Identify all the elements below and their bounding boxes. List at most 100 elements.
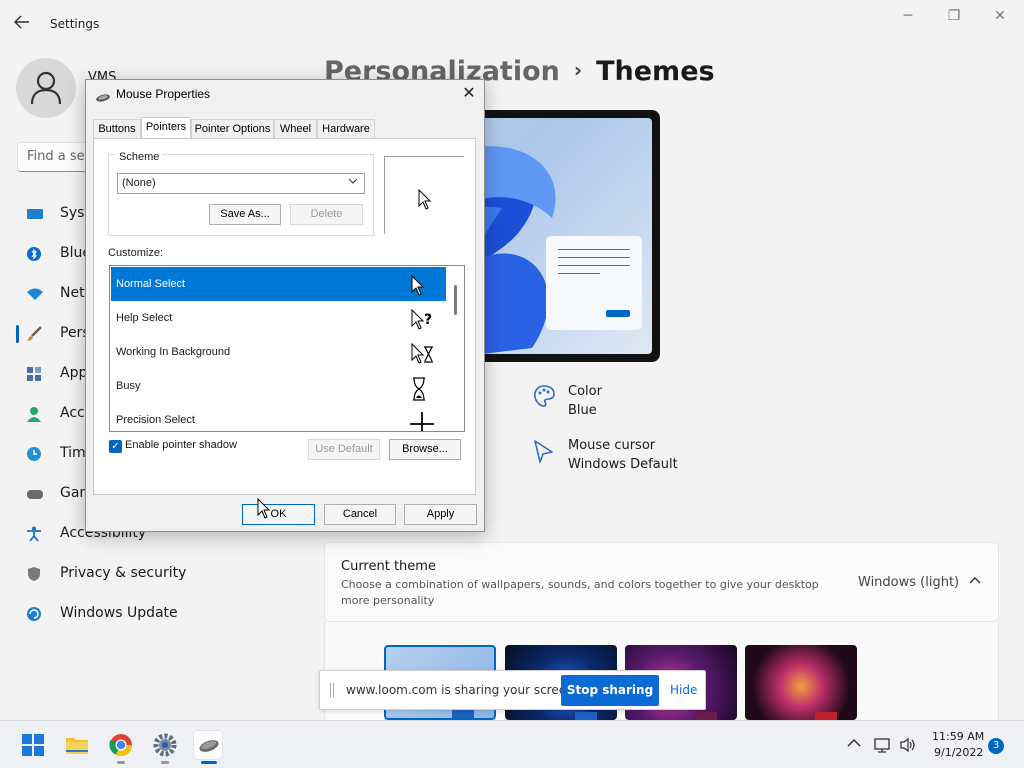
cursor-icon: [532, 438, 556, 470]
current-theme-section[interactable]: Current theme Choose a combination of wa…: [324, 542, 999, 622]
list-item[interactable]: Help Select ?: [111, 301, 446, 335]
user-icon: [30, 71, 62, 105]
settings-titlebar: Settings ─ ❐ ✕: [0, 0, 1024, 48]
list-item-label: Busy: [116, 380, 141, 392]
update-icon: [26, 606, 44, 622]
accounts-icon: [26, 406, 44, 422]
maximize-button[interactable]: ❐: [944, 8, 964, 26]
pointer-shadow-checkbox[interactable]: ✓: [109, 440, 122, 453]
screen-share-bar: www.loom.com is sharing your screen. Sto…: [319, 670, 706, 710]
time-icon: [26, 446, 44, 462]
running-indicator: [117, 761, 125, 764]
list-item[interactable]: Working In Background: [111, 335, 446, 369]
color-title: Color: [568, 384, 602, 399]
minimize-button[interactable]: ─: [898, 8, 918, 26]
help-cursor-icon: ?: [411, 308, 435, 334]
stop-sharing-button[interactable]: Stop sharing: [561, 675, 659, 706]
list-item-label: Help Select: [116, 312, 173, 324]
drag-handle-icon[interactable]: [330, 683, 334, 697]
scheme-dropdown[interactable]: (None): [117, 173, 365, 194]
system-icon: [26, 206, 44, 222]
network-icon[interactable]: [873, 737, 893, 757]
list-item[interactable]: Precision Select: [111, 403, 446, 431]
file-explorer-icon[interactable]: [62, 730, 92, 760]
gaming-icon: [26, 486, 44, 502]
cancel-button[interactable]: Cancel: [324, 504, 396, 525]
chrome-icon[interactable]: [106, 730, 136, 760]
sidebar-item-windows-update[interactable]: Windows Update: [16, 596, 296, 632]
scrollbar-thumb[interactable]: [454, 285, 457, 315]
preview-button: [606, 310, 630, 317]
close-button[interactable]: ✕: [990, 8, 1010, 26]
list-item[interactable]: Busy: [111, 369, 446, 403]
mouse-cursor-title: Mouse cursor: [568, 438, 656, 453]
window-preview-card: [546, 236, 642, 330]
close-icon[interactable]: ✕: [457, 82, 481, 106]
tab-hardware[interactable]: Hardware: [317, 119, 375, 139]
cursor-list[interactable]: Normal Select Help Select ? Working In B…: [109, 265, 465, 432]
tab-buttons[interactable]: Buttons: [93, 119, 141, 139]
hide-link[interactable]: Hide: [670, 683, 697, 697]
list-item[interactable]: Normal Select: [111, 267, 446, 301]
current-theme-value: Windows (light): [858, 575, 960, 590]
hourglass-cursor-icon: [411, 377, 427, 404]
avatar[interactable]: [16, 58, 76, 118]
chevron-right-icon: ›: [573, 58, 583, 82]
sidebar-item-label: Windows Update: [60, 605, 178, 621]
running-indicator: [161, 761, 169, 764]
notification-badge[interactable]: 3: [988, 738, 1004, 754]
browse-button[interactable]: Browse...: [389, 439, 461, 460]
scheme-label: Scheme: [116, 151, 163, 163]
dialog-title: Mouse Properties: [116, 87, 211, 101]
app-title: Settings: [50, 17, 100, 31]
page-title: Themes: [596, 56, 715, 87]
ok-button[interactable]: OK: [242, 504, 315, 525]
settings-icon[interactable]: [150, 730, 180, 760]
use-default-button[interactable]: Use Default: [308, 439, 380, 460]
active-indicator: [201, 761, 217, 764]
apps-icon: [26, 366, 44, 382]
arrow-cursor-icon: [411, 274, 425, 300]
clock-date[interactable]: 9/1/2022: [934, 746, 983, 759]
chevron-up-icon[interactable]: [847, 736, 861, 752]
shield-icon: [26, 566, 44, 582]
sidebar-item-privacy[interactable]: Privacy & security: [16, 556, 296, 592]
mouse-icon: [95, 90, 111, 108]
taskbar: 11:59 AM 9/1/2022 3: [0, 720, 1024, 768]
crosshair-cursor-icon: [408, 411, 436, 431]
current-theme-title: Current theme: [341, 559, 436, 574]
volume-icon[interactable]: [899, 737, 917, 757]
tab-pointers[interactable]: Pointers: [141, 117, 191, 139]
apply-button[interactable]: Apply: [404, 504, 477, 525]
delete-button[interactable]: Delete: [290, 204, 363, 225]
chevron-down-icon: [348, 176, 358, 187]
clock-time[interactable]: 11:59 AM: [932, 730, 984, 743]
list-item-label: Normal Select: [116, 278, 186, 290]
working-cursor-icon: [411, 342, 435, 368]
mouse-pointer-icon: [257, 498, 271, 519]
mouse-properties-dialog: Mouse Properties ✕ Buttons Pointers Poin…: [85, 79, 485, 532]
start-icon[interactable]: [18, 730, 48, 760]
tab-wheel[interactable]: Wheel: [274, 119, 317, 139]
save-as-button[interactable]: Save As...: [209, 204, 281, 225]
list-item-label: Precision Select: [116, 414, 195, 426]
current-theme-description: Choose a combination of wallpapers, soun…: [341, 578, 819, 607]
chevron-up-icon[interactable]: [969, 573, 981, 587]
arrow-cursor-icon: [418, 189, 432, 210]
wifi-icon: [26, 286, 44, 302]
color-value: Blue: [568, 403, 597, 418]
screen-share-message: www.loom.com is sharing your screen.: [346, 683, 578, 697]
customize-label: Customize:: [108, 247, 164, 259]
accessibility-icon: [26, 526, 44, 542]
scheme-value: (None): [122, 177, 156, 189]
svg-text:?: ?: [424, 312, 432, 328]
sidebar-item-label: Privacy & security: [60, 565, 187, 581]
tab-pointer-options[interactable]: Pointer Options: [191, 119, 274, 139]
mouse-icon[interactable]: [193, 730, 223, 760]
theme-thumbnail[interactable]: [745, 645, 857, 720]
back-arrow-icon[interactable]: [14, 14, 34, 34]
pointer-shadow-label: Enable pointer shadow: [125, 439, 237, 451]
bluetooth-icon: [26, 246, 44, 262]
list-scrollbar[interactable]: [447, 267, 464, 430]
palette-icon: [532, 384, 556, 414]
